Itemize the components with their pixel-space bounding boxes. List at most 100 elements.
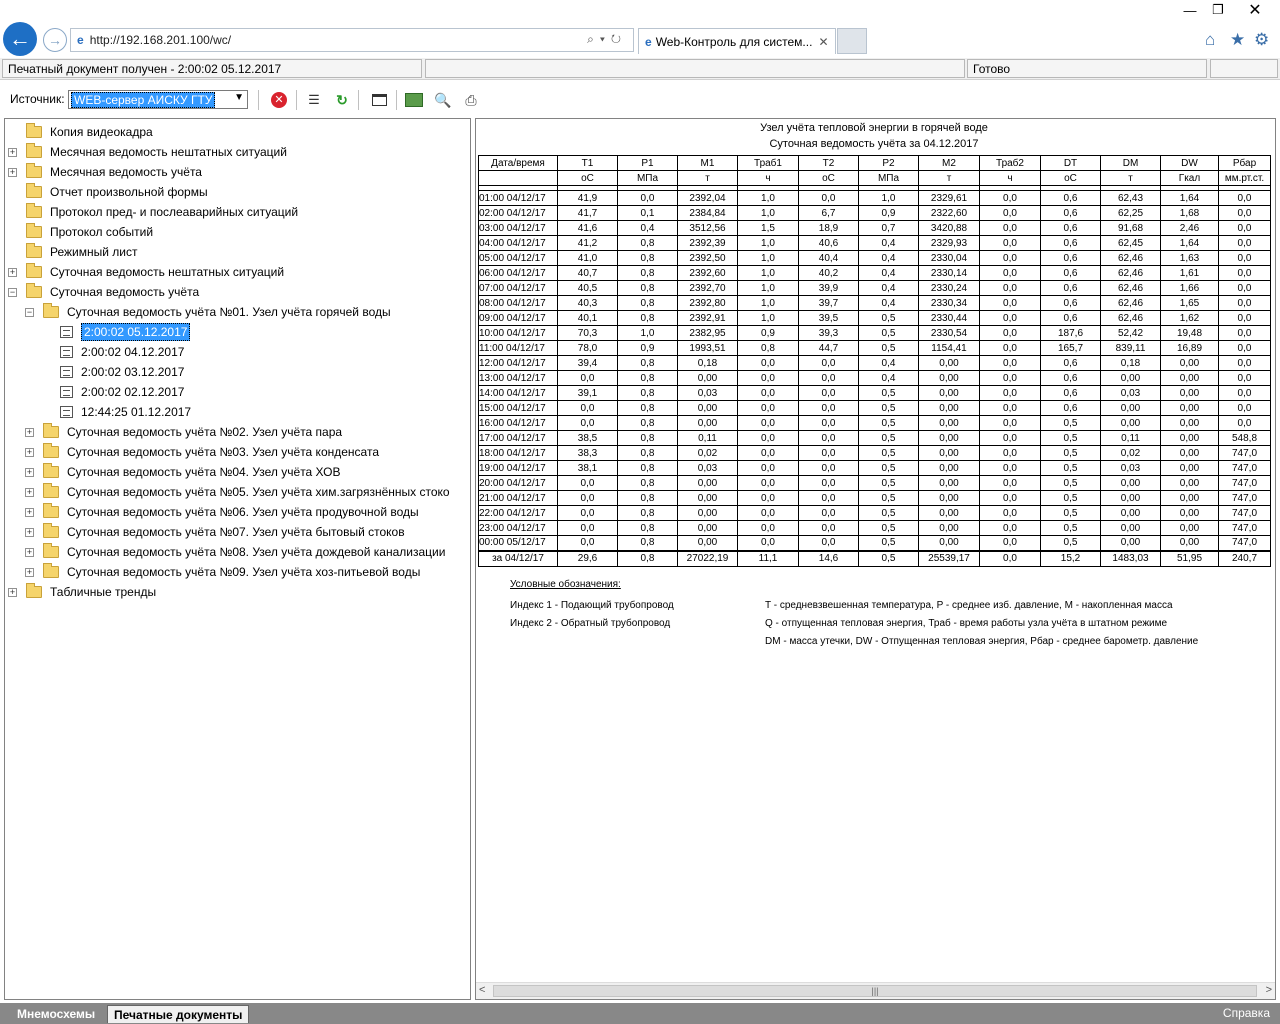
- collapse-icon[interactable]: −: [8, 287, 17, 297]
- refresh-icon[interactable]: ↻: [331, 89, 353, 111]
- table-cell: 2392,80: [677, 295, 738, 311]
- table-cell: 0,0: [979, 295, 1041, 311]
- tab-close-icon[interactable]: ✕: [818, 35, 828, 49]
- address-bar[interactable]: e http://192.168.201.100/wc/ ⌕▾↻: [70, 28, 634, 52]
- tree-folder-item[interactable]: + Суточная ведомость учёта №05. Узел учёт…: [25, 483, 450, 501]
- tree-icon[interactable]: ☰: [303, 89, 325, 111]
- search-refresh-icon[interactable]: ⌕▾↻: [587, 32, 627, 47]
- table-cell: 0,0: [557, 535, 618, 551]
- table-cell: T2: [798, 155, 859, 171]
- star-icon[interactable]: ★: [1230, 30, 1245, 50]
- expand-icon[interactable]: +: [25, 467, 34, 477]
- back-button[interactable]: ←: [3, 22, 37, 56]
- tree-folder-item[interactable]: + Суточная ведомость учёта №08. Узел учёт…: [25, 543, 445, 561]
- table-cell: 1,0: [737, 295, 799, 311]
- collapse-icon[interactable]: −: [25, 307, 34, 317]
- table-cell: 1,62: [1160, 310, 1219, 326]
- tab-print-documents[interactable]: Печатные документы: [107, 1005, 250, 1023]
- table-cell: 0,0: [798, 430, 859, 446]
- horizontal-scrollbar[interactable]: < ||| >: [476, 982, 1275, 999]
- table-cell: 2330,04: [918, 250, 980, 266]
- tree-folder-item[interactable]: + Суточная ведомость учёта №02. Узел учёт…: [25, 423, 342, 441]
- tree-folder-item[interactable]: − Суточная ведомость учёта: [8, 283, 199, 301]
- stop-icon[interactable]: ✕: [268, 89, 290, 111]
- table-cell: 06:00 04/12/17: [478, 265, 558, 281]
- browser-tab[interactable]: e Web-Контроль для систем... ✕: [638, 28, 836, 54]
- scroll-right-icon[interactable]: >: [1266, 984, 1272, 996]
- tree-folder-item[interactable]: + Суточная ведомость нештатных ситуаций: [8, 263, 284, 281]
- tree-folder-item[interactable]: + Суточная ведомость учёта №04. Узел учёт…: [25, 463, 341, 481]
- home-icon[interactable]: ⌂: [1205, 30, 1215, 50]
- gear-icon[interactable]: ⚙: [1254, 30, 1269, 50]
- scroll-left-icon[interactable]: <: [479, 984, 485, 996]
- table-cell: 62,46: [1100, 280, 1161, 296]
- table-row: 20:00 04/12/17 0,0 0,8 0,00 0,0 0,0 0,5 0,00 0,0…: [478, 475, 1271, 491]
- tree-folder-item[interactable]: + Месячная ведомость учёта: [8, 163, 202, 181]
- table-cell: 62,46: [1100, 250, 1161, 266]
- table-row: 05:00 04/12/17 41,0 0,8 2392,50 1,0 40,4 0,4 23…: [478, 250, 1271, 266]
- expand-icon[interactable]: +: [25, 487, 34, 497]
- table-cell: 0,0: [737, 355, 799, 371]
- table-cell: 0,0: [1218, 280, 1271, 296]
- expand-icon[interactable]: +: [8, 147, 17, 157]
- tree-document-item[interactable]: 2:00:02 04.12.2017: [42, 343, 184, 361]
- table-cell: 1,65: [1160, 295, 1219, 311]
- tree-folder-item[interactable]: + Суточная ведомость учёта №09. Узел учёт…: [25, 563, 420, 581]
- tree-folder-item[interactable]: Режимный лист: [8, 243, 138, 261]
- tree-folder-item[interactable]: Протокол событий: [8, 223, 153, 241]
- tree-folder-item[interactable]: − Суточная ведомость учёта №01. Узел учёт…: [25, 303, 391, 321]
- tree-folder-item[interactable]: + Суточная ведомость учёта №06. Узел учёт…: [25, 503, 419, 521]
- tree-folder-item[interactable]: + Суточная ведомость учёта №03. Узел учёт…: [25, 443, 379, 461]
- tree-folder-item[interactable]: + Месячная ведомость нештатных ситуаций: [8, 143, 287, 161]
- table-cell: 0,0: [1218, 205, 1271, 221]
- tree-folder-item[interactable]: + Табличные тренды: [8, 583, 156, 601]
- table-cell: 0,5: [1040, 460, 1101, 476]
- table-cell: 0,4: [617, 220, 678, 236]
- export-csv-icon[interactable]: [403, 89, 425, 111]
- minimize-icon[interactable]: —: [1175, 0, 1205, 20]
- expand-icon[interactable]: +: [25, 427, 34, 437]
- scrollbar-thumb[interactable]: |||: [493, 985, 1257, 997]
- expand-icon[interactable]: +: [25, 507, 34, 517]
- expand-icon[interactable]: +: [25, 567, 34, 577]
- table-cell: 51,95: [1160, 549, 1219, 567]
- print-icon[interactable]: ⎙: [460, 89, 482, 111]
- table-cell: 0,0: [1218, 370, 1271, 386]
- table-cell: 0,0: [737, 460, 799, 476]
- print-preview-icon[interactable]: 🔍: [432, 89, 454, 111]
- table-row: 01:00 04/12/17 41,9 0,0 2392,04 1,0 0,0 1,0 232…: [478, 190, 1271, 206]
- close-icon[interactable]: ✕: [1232, 0, 1278, 20]
- table-cell: 0,00: [918, 400, 980, 416]
- table-cell: 0,6: [1040, 280, 1101, 296]
- tree-folder-item[interactable]: Отчет произвольной формы: [8, 183, 208, 201]
- tree-document-item[interactable]: 12:44:25 01.12.2017: [42, 403, 191, 421]
- tree-item-label: Отчет произвольной формы: [50, 185, 208, 199]
- maximize-icon[interactable]: ❐: [1203, 0, 1233, 20]
- window-icon[interactable]: [368, 89, 390, 111]
- tree-document-item[interactable]: 2:00:02 03.12.2017: [42, 363, 184, 381]
- tree-folder-item[interactable]: + Суточная ведомость учёта №07. Узел учёт…: [25, 523, 405, 541]
- status-cell: [1210, 59, 1278, 78]
- expand-icon[interactable]: +: [8, 587, 17, 597]
- help-link[interactable]: Справка: [1223, 1006, 1270, 1020]
- expand-icon[interactable]: +: [25, 527, 34, 537]
- expand-icon[interactable]: +: [25, 447, 34, 457]
- table-cell: 0,00: [1160, 475, 1219, 491]
- tree-document-item[interactable]: 2:00:02 05.12.2017: [42, 323, 191, 341]
- expand-icon[interactable]: +: [25, 547, 34, 557]
- document-icon: [60, 406, 73, 418]
- url-text[interactable]: http://192.168.201.100/wc/: [90, 33, 231, 47]
- tree-folder-item[interactable]: Протокол пред- и послеаварийных ситуаций: [8, 203, 298, 221]
- tree-document-item[interactable]: 2:00:02 02.12.2017: [42, 383, 184, 401]
- expand-icon[interactable]: +: [8, 267, 17, 277]
- tab-mnemoschemes[interactable]: Мнемосхемы: [11, 1005, 102, 1023]
- table-cell: 41,2: [557, 235, 618, 251]
- chevron-down-icon[interactable]: ▼: [234, 92, 244, 103]
- forward-button[interactable]: →: [43, 28, 67, 52]
- table-cell: 0,0: [979, 549, 1041, 567]
- tree-folder-item[interactable]: Копия видеокадра: [8, 123, 153, 141]
- source-select[interactable]: WEB-сервер АИСКУ ГТУ ▼: [68, 90, 248, 109]
- table-cell: 0,0: [1218, 220, 1271, 236]
- expand-icon[interactable]: +: [8, 167, 17, 177]
- new-tab-button[interactable]: [837, 28, 867, 54]
